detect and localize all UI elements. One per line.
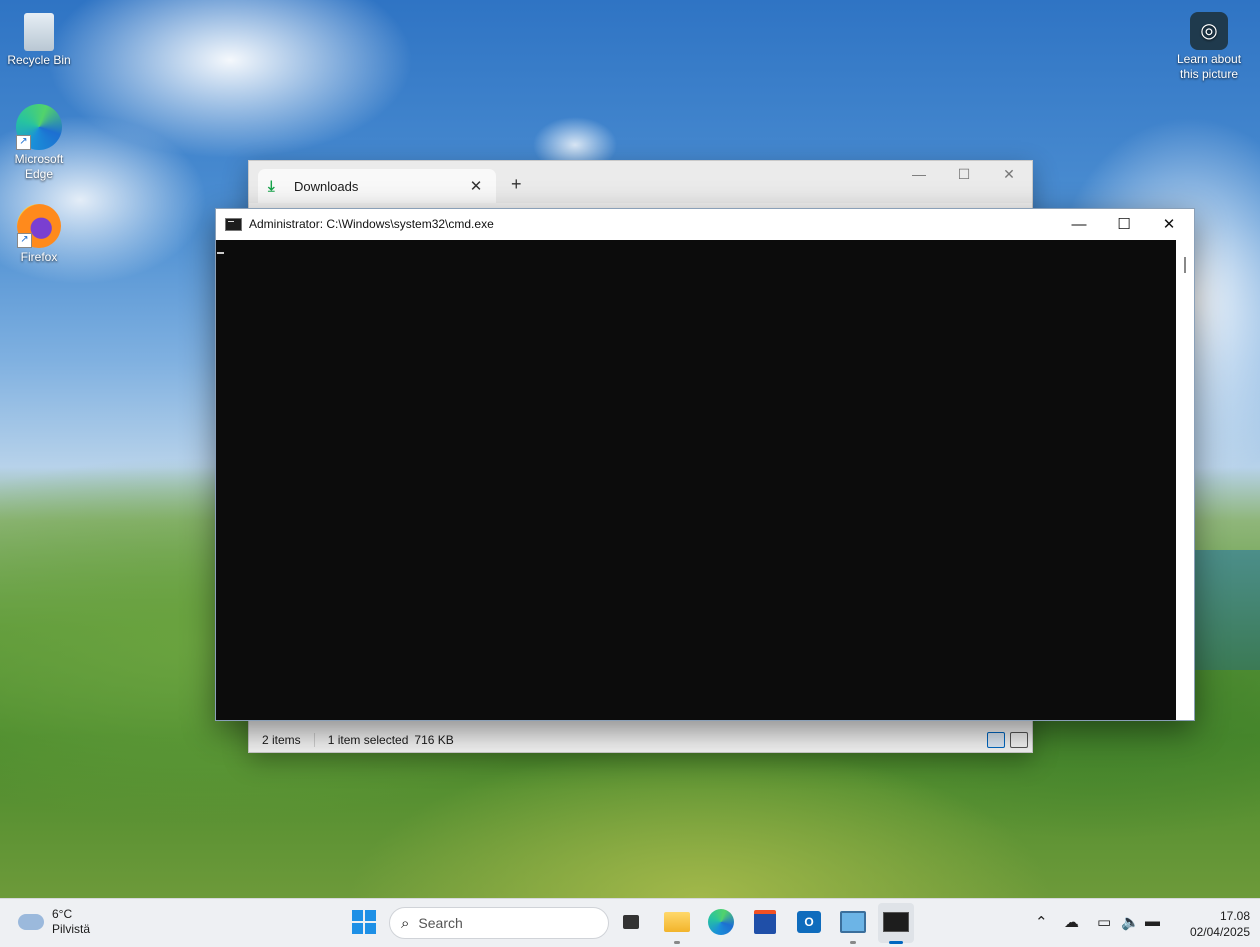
network-icon[interactable]: ▭ bbox=[1097, 913, 1111, 931]
shortcut-arrow-icon: ↗ bbox=[17, 233, 32, 248]
taskbar-edge[interactable] bbox=[706, 907, 736, 937]
battery-icon[interactable]: ▬ bbox=[1145, 913, 1160, 930]
weather-description: Pilvistä bbox=[52, 922, 91, 936]
start-button[interactable] bbox=[349, 907, 379, 937]
close-tab-icon[interactable]: ✕ bbox=[466, 177, 486, 195]
wallpaper-mountain bbox=[1190, 550, 1260, 670]
taskbar-file-explorer[interactable] bbox=[662, 907, 692, 937]
cmd-window: Administrator: C:\Windows\system32\cmd.e… bbox=[215, 208, 1195, 721]
cmd-maximize-button[interactable]: ☐ bbox=[1101, 209, 1147, 239]
remote-desktop-icon bbox=[840, 911, 866, 933]
learn-label-line2: this picture bbox=[1179, 67, 1239, 81]
clock[interactable]: 17.08 02/04/2025 bbox=[1170, 908, 1250, 940]
desktop-icon-recycle-bin[interactable]: Recycle Bin bbox=[0, 8, 78, 68]
details-view-icon[interactable] bbox=[987, 732, 1005, 748]
edge-label-line1: Microsoft bbox=[14, 152, 64, 166]
folder-icon bbox=[664, 912, 690, 932]
camera-info-icon: ◎ bbox=[1190, 12, 1228, 50]
shortcut-arrow-icon: ↗ bbox=[16, 135, 31, 150]
edge-label-line2: Edge bbox=[24, 167, 54, 181]
weather-widget[interactable]: 6°C Pilvistä bbox=[18, 907, 90, 937]
close-button[interactable]: ✕ bbox=[994, 166, 1024, 183]
taskbar-store[interactable] bbox=[750, 907, 780, 937]
status-selected: 1 item selected bbox=[327, 733, 409, 747]
clock-date: 02/04/2025 bbox=[1189, 925, 1250, 939]
taskbar-outlook[interactable]: O bbox=[794, 907, 824, 937]
cmd-minimize-button[interactable]: — bbox=[1056, 209, 1102, 239]
firefox-icon: ↗ bbox=[17, 204, 61, 248]
explorer-running-indicator bbox=[674, 941, 680, 944]
onedrive-offline-icon[interactable]: ☁ bbox=[1064, 913, 1079, 931]
learn-label-line1: Learn about bbox=[1176, 52, 1242, 66]
status-item-count: 2 items bbox=[262, 733, 301, 747]
firefox-label: Firefox bbox=[20, 250, 58, 264]
recycle-bin-label: Recycle Bin bbox=[7, 53, 71, 67]
edge-icon bbox=[708, 909, 734, 935]
taskbar-remote-desktop[interactable] bbox=[838, 907, 868, 937]
explorer-status-bar: 2 items 1 item selected 716 KB bbox=[249, 728, 1032, 752]
taskbar: 6°C Pilvistä ⌕ Search O ⌃ ☁ ▭ 🔈 ▬ 17.08 … bbox=[0, 898, 1260, 947]
explorer-tab-downloads[interactable]: ⤓ Downloads ✕ bbox=[258, 169, 496, 203]
cmd-title: Administrator: C:\Windows\system32\cmd.e… bbox=[249, 217, 494, 231]
cmd-close-button[interactable]: ✕ bbox=[1146, 209, 1192, 239]
scrollbar-thumb[interactable] bbox=[1184, 257, 1186, 273]
download-icon: ⤓ bbox=[268, 177, 275, 195]
rdp-running-indicator bbox=[850, 941, 856, 944]
tiles-view-icon[interactable] bbox=[1010, 732, 1028, 748]
search-placeholder: Search bbox=[418, 915, 463, 931]
search-icon: ⌕ bbox=[401, 914, 410, 932]
learn-about-picture[interactable]: ◎ Learn about this picture bbox=[1170, 12, 1248, 82]
explorer-titlebar[interactable]: ⤓ Downloads ✕ + — ☐ ✕ bbox=[249, 161, 1032, 203]
cmd-vertical-scrollbar[interactable] bbox=[1176, 240, 1194, 720]
desktop-icon-edge[interactable]: ↗ Microsoft Edge bbox=[0, 104, 78, 182]
edge-icon: ↗ bbox=[16, 104, 62, 150]
taskbar-cmd[interactable] bbox=[881, 907, 911, 937]
recycle-bin-icon bbox=[24, 13, 54, 51]
console-cursor bbox=[217, 252, 224, 254]
new-tab-button[interactable]: + bbox=[511, 174, 522, 195]
show-hidden-icons-button[interactable]: ⌃ bbox=[1035, 913, 1048, 931]
taskbar-search[interactable]: ⌕ Search bbox=[389, 907, 609, 939]
status-size: 716 KB bbox=[414, 733, 454, 747]
cmd-icon bbox=[883, 912, 909, 932]
console-area[interactable] bbox=[216, 240, 1176, 720]
volume-icon[interactable]: 🔈 bbox=[1121, 913, 1140, 931]
clock-time: 17.08 bbox=[1219, 909, 1250, 923]
windows-logo-icon bbox=[352, 910, 376, 934]
weather-temperature: 6°C bbox=[52, 907, 73, 921]
store-icon bbox=[754, 910, 776, 934]
task-view-icon bbox=[623, 915, 639, 929]
cloud-icon bbox=[18, 914, 44, 930]
explorer-tab-label: Downloads bbox=[294, 178, 359, 194]
desktop-icon-firefox[interactable]: ↗ Firefox bbox=[0, 204, 78, 265]
cmd-titlebar[interactable]: Administrator: C:\Windows\system32\cmd.e… bbox=[216, 209, 1194, 239]
cmd-icon bbox=[225, 217, 242, 231]
maximize-button[interactable]: ☐ bbox=[949, 166, 979, 183]
task-view-button[interactable] bbox=[616, 907, 646, 937]
cmd-active-indicator bbox=[889, 941, 903, 944]
minimize-button[interactable]: — bbox=[904, 166, 934, 182]
status-divider bbox=[313, 733, 315, 747]
outlook-icon: O bbox=[797, 911, 821, 933]
